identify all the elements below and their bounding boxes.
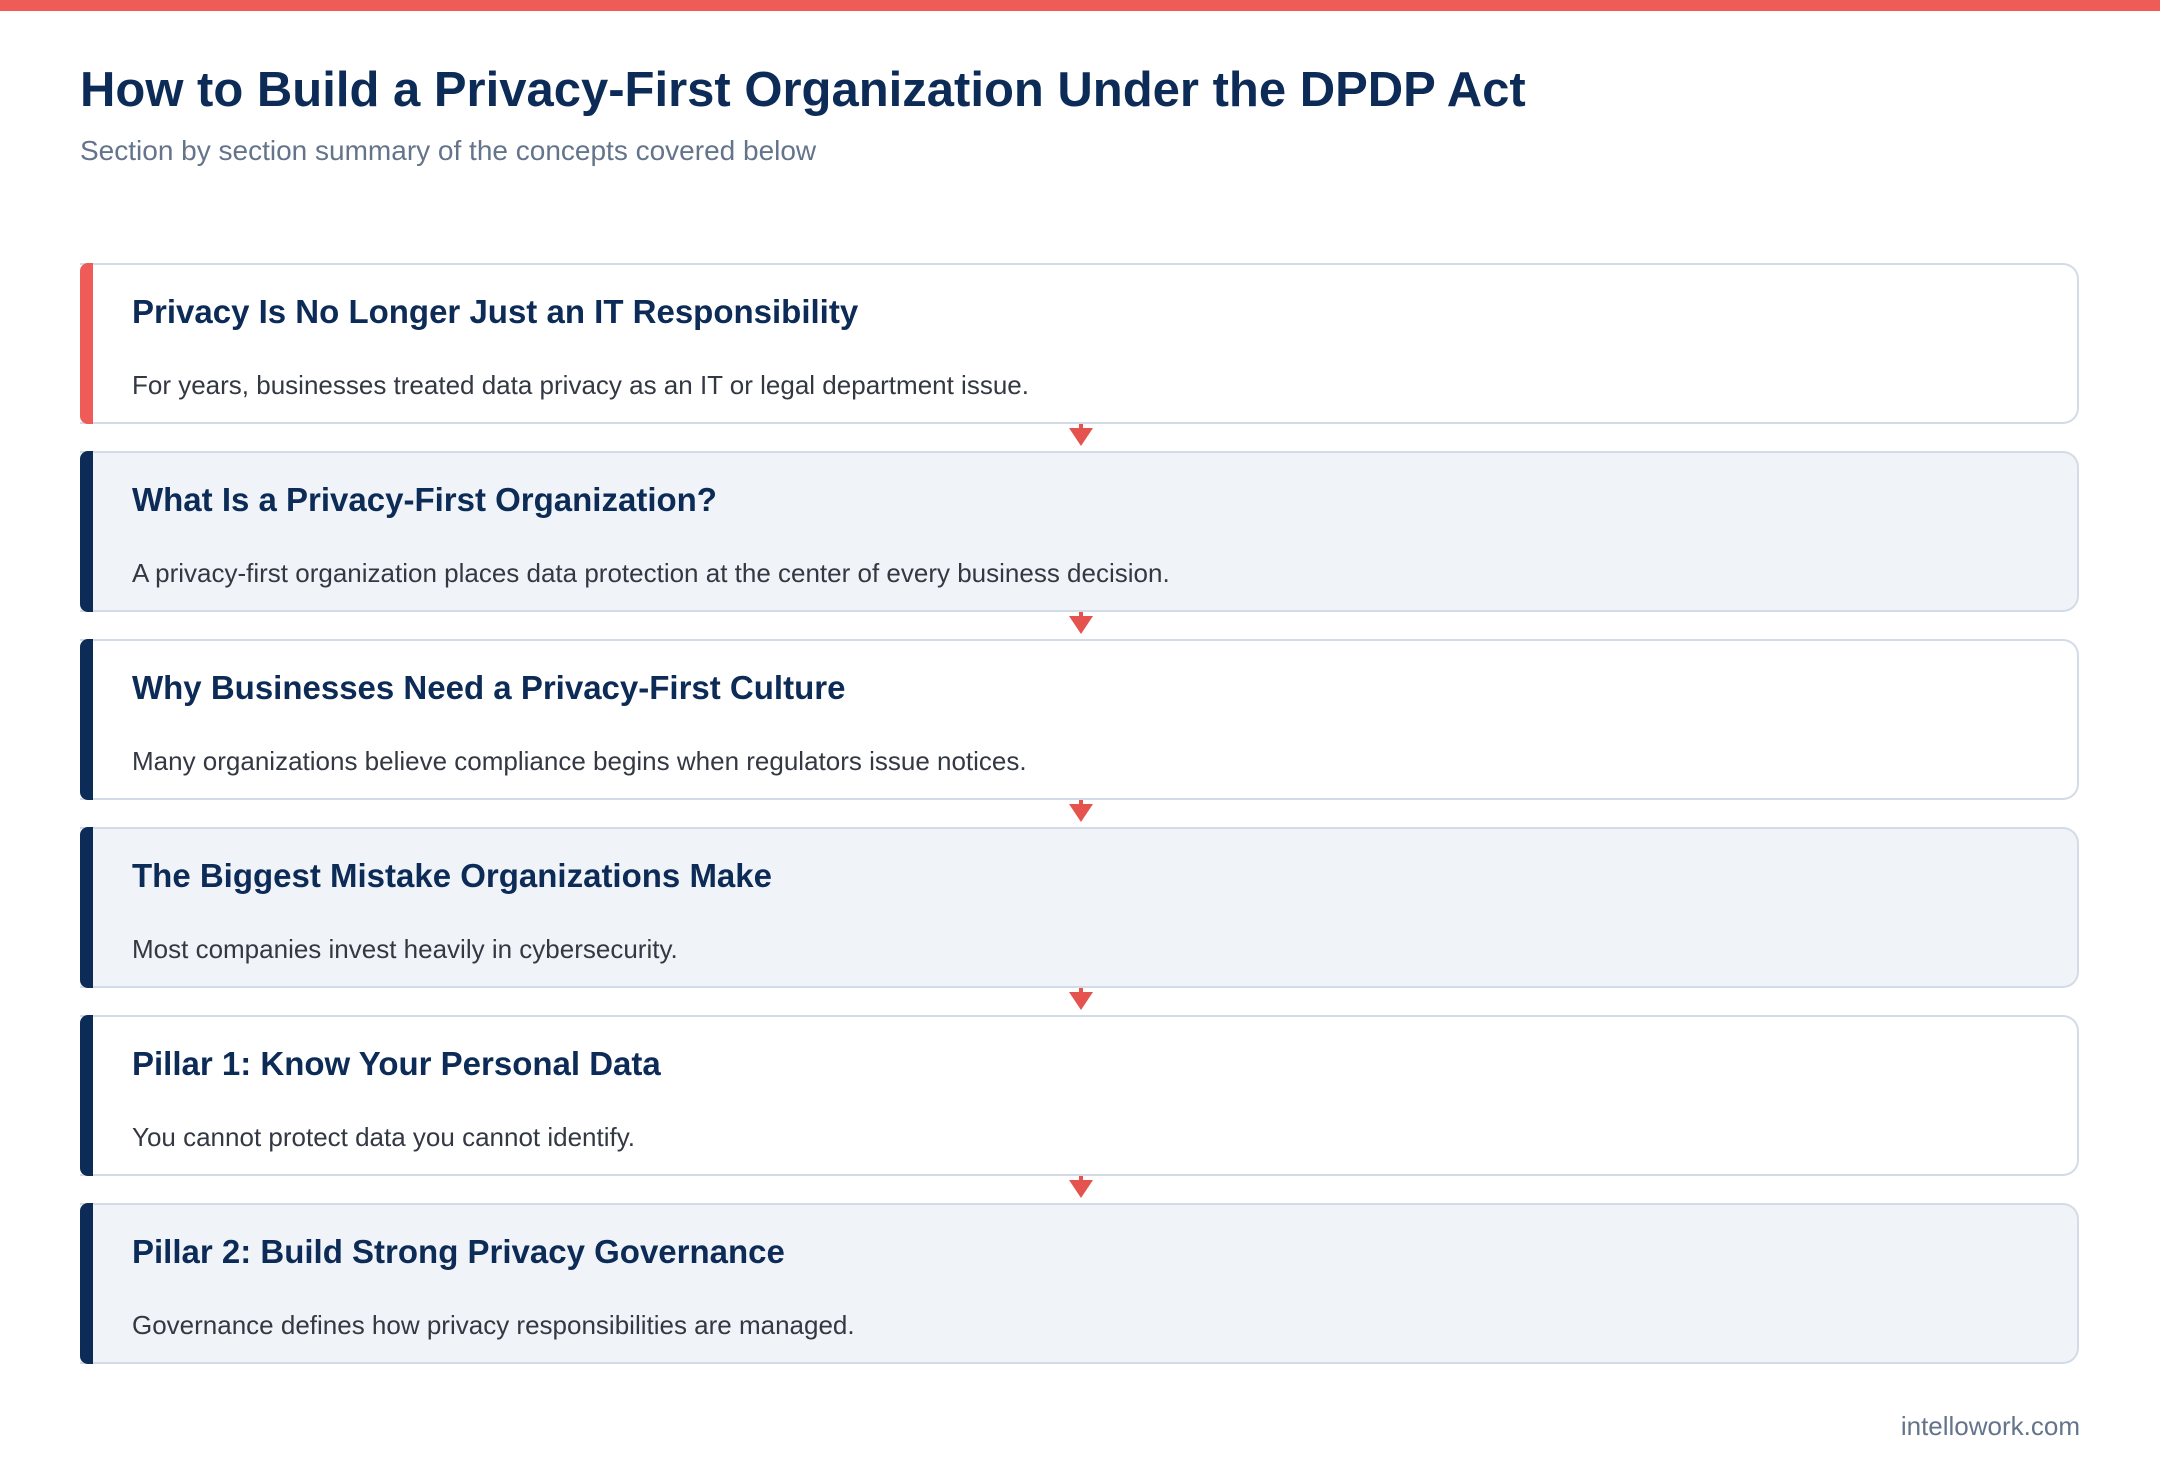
arrow-down-icon	[1069, 424, 1093, 446]
card-accent-bar	[80, 263, 93, 424]
section-connector	[80, 800, 2079, 827]
section-title: Why Businesses Need a Privacy-First Cult…	[132, 669, 846, 706]
section-summary: Most companies invest heavily in cyberse…	[132, 934, 678, 964]
section-connector	[80, 1176, 2079, 1203]
section-card: Pillar 2: Build Strong Privacy Governanc…	[80, 1203, 2079, 1364]
section-title: What Is a Privacy-First Organization?	[132, 481, 717, 518]
card-accent-bar	[80, 827, 93, 988]
section-title: The Biggest Mistake Organizations Make	[132, 857, 772, 894]
card-accent-bar	[80, 639, 93, 800]
section-connector	[80, 612, 2079, 639]
section-card: The Biggest Mistake Organizations Make M…	[80, 827, 2079, 988]
section-card: Why Businesses Need a Privacy-First Cult…	[80, 639, 2079, 800]
section-summary: A privacy-first organization places data…	[132, 558, 1170, 588]
card-accent-bar	[80, 1203, 93, 1364]
section-card: Privacy Is No Longer Just an IT Responsi…	[80, 263, 2079, 424]
section-summary: For years, businesses treated data priva…	[132, 370, 1029, 400]
section-card: What Is a Privacy-First Organization? A …	[80, 451, 2079, 612]
arrow-down-icon	[1069, 612, 1093, 634]
arrow-down-icon	[1069, 800, 1093, 822]
section-list: Privacy Is No Longer Just an IT Responsi…	[80, 263, 2079, 1364]
section-connector	[80, 988, 2079, 1015]
section-summary: Many organizations believe compliance be…	[132, 746, 1027, 776]
section-summary: You cannot protect data you cannot ident…	[132, 1122, 636, 1152]
section-connector	[80, 424, 2079, 451]
arrow-down-icon	[1069, 1176, 1093, 1198]
top-accent-bar	[0, 0, 2160, 11]
card-accent-bar	[80, 1015, 93, 1176]
section-title: Privacy Is No Longer Just an IT Responsi…	[132, 293, 859, 330]
section-summary: Governance defines how privacy responsib…	[132, 1310, 855, 1340]
page-subtitle: Section by section summary of the concep…	[80, 135, 817, 166]
section-card: Pillar 1: Know Your Personal Data You ca…	[80, 1015, 2079, 1176]
section-title: Pillar 1: Know Your Personal Data	[132, 1045, 661, 1082]
card-accent-bar	[80, 451, 93, 612]
arrow-down-icon	[1069, 988, 1093, 1010]
section-title: Pillar 2: Build Strong Privacy Governanc…	[132, 1233, 785, 1270]
page-title: How to Build a Privacy-First Organizatio…	[80, 63, 1526, 117]
footer-site-link[interactable]: intellowork.com	[1901, 1410, 2080, 1442]
